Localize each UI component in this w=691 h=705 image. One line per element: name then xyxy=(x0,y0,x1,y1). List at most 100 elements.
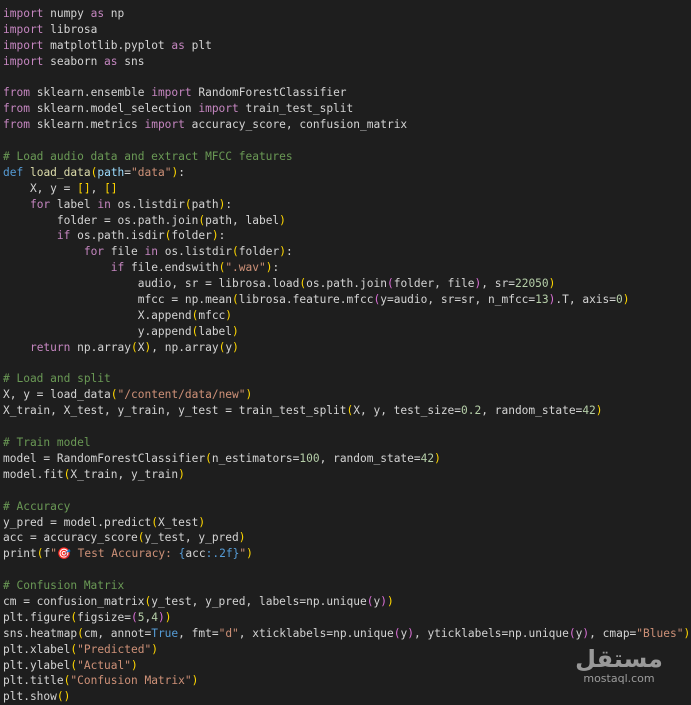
code-token: os.path.join xyxy=(306,277,387,291)
watermark-logo-text: مستقل xyxy=(575,645,663,673)
code-token: , np.array xyxy=(151,340,219,354)
code-editor[interactable]: import numpy as np import librosa import m… xyxy=(3,6,690,705)
code-token: "Actual" xyxy=(77,658,131,672)
code-token: [] xyxy=(77,181,91,195)
code-token: return xyxy=(29,340,71,354)
code-token: if xyxy=(56,229,71,243)
code-token: ) xyxy=(380,594,387,608)
code-line: y_pred = model.predict(X_test) xyxy=(3,515,690,531)
code-token: : xyxy=(225,197,233,211)
code-token: , sr= xyxy=(481,277,515,291)
code-token: y.append xyxy=(3,324,192,338)
code-token: figsize= xyxy=(77,610,131,624)
code-token: # Load audio data and extract MFCC featu… xyxy=(3,150,293,164)
code-token: ( xyxy=(184,197,192,211)
code-token: from xyxy=(3,118,30,132)
code-token: ( xyxy=(131,340,138,354)
code-token: mfcc = np.mean xyxy=(3,293,233,307)
code-token: as xyxy=(104,54,118,68)
code-token: , xticklabels=np.unique xyxy=(238,626,394,640)
code-token: Test Accuracy: xyxy=(70,547,179,561)
code-token: sklearn.metrics xyxy=(29,118,145,132)
code-token: ( xyxy=(131,610,138,624)
code-token: import xyxy=(198,102,239,116)
code-line: mfcc = np.mean(librosa.feature.mfcc(y=au… xyxy=(3,292,690,308)
code-token: ) xyxy=(595,404,603,418)
code-line: if file.endswith(".wav"): xyxy=(3,260,690,276)
code-line: # Confusion Matrix xyxy=(3,578,690,594)
code-token: folder xyxy=(171,229,212,243)
code-token: from xyxy=(3,86,30,100)
code-token: ( xyxy=(151,515,158,529)
code-token: n_estimators= xyxy=(211,451,300,465)
code-token: import xyxy=(3,38,44,52)
code-token: y_test, y_pred xyxy=(144,531,239,545)
code-token: "d" xyxy=(218,626,239,640)
code-token: ) xyxy=(246,547,253,561)
code-token: import xyxy=(151,86,192,100)
code-line: print(f"🎯 Test Accuracy: {acc:.2f}") xyxy=(3,546,690,562)
code-token: .T, axis= xyxy=(555,293,617,307)
code-token: ) xyxy=(279,245,286,259)
code-token: ) xyxy=(232,340,239,354)
code-line: def load_data(path="data"): xyxy=(3,165,690,181)
code-token: matplotlib.pyplot xyxy=(43,38,172,52)
code-line: # Accuracy xyxy=(3,499,690,515)
code-token: import xyxy=(3,54,44,68)
code-line: from sklearn.model_selection import trai… xyxy=(3,101,690,117)
code-token: plt.show xyxy=(3,690,57,704)
code-token: librosa.feature.mfcc xyxy=(238,293,374,307)
code-token: librosa xyxy=(43,22,98,36)
code-token: cm, annot= xyxy=(83,626,152,640)
code-token: as xyxy=(171,38,185,52)
code-token: ) xyxy=(548,277,556,291)
code-line: model = RandomForestClassifier(n_estimat… xyxy=(3,451,690,467)
code-line: sns.heatmap(cm, annot=True, fmt="d", xti… xyxy=(3,626,690,642)
code-token: # Load and split xyxy=(3,372,111,386)
code-line: cm = confusion_matrix (y_test, y_pred, la… xyxy=(3,594,690,610)
code-token: def xyxy=(3,165,24,179)
code-token: " xyxy=(50,547,57,561)
code-line: audio, sr = librosa.load(os.path.join(fo… xyxy=(3,276,690,292)
code-token: model.fit xyxy=(3,467,64,481)
code-token: ".wav" xyxy=(225,261,266,275)
code-token: 0 xyxy=(616,293,623,307)
code-token: , cmap= xyxy=(589,626,637,640)
code-token: ) xyxy=(198,515,206,529)
code-token: 5 xyxy=(137,610,145,624)
code-token: , yticklabels=np.unique xyxy=(413,626,569,640)
code-token: "Confusion Matrix" xyxy=(70,674,192,688)
code-token: # Confusion Matrix xyxy=(3,579,125,593)
code-line: import numpy as np xyxy=(3,6,690,22)
code-token: load_data xyxy=(29,165,91,179)
code-token: ( xyxy=(205,451,212,465)
code-token: () xyxy=(56,690,71,704)
code-token: RandomForestClassifier xyxy=(191,86,347,100)
code-token: file xyxy=(104,245,145,259)
code-token: "/content/data/new" xyxy=(117,388,246,402)
mostaql-watermark: مستقل mostaql.com xyxy=(569,646,669,686)
code-token: import xyxy=(3,22,44,36)
code-token: # Train model xyxy=(3,436,91,450)
code-token: 13 xyxy=(535,293,549,307)
code-token: , random_state= xyxy=(319,451,421,465)
code-token: acc xyxy=(185,547,206,561)
code-token: : xyxy=(178,165,185,179)
code-line: X.append(mfcc) xyxy=(3,308,690,324)
code-token: X, y = xyxy=(3,181,78,195)
code-token: ) xyxy=(191,674,199,688)
code-token: print xyxy=(3,547,37,561)
code-token: ) xyxy=(164,610,172,624)
code-token: ) xyxy=(238,531,246,545)
code-token: X_test xyxy=(157,515,199,529)
code-token: ) xyxy=(245,388,253,402)
code-line: if os.path.isdir(folder): xyxy=(3,228,690,244)
code-token: acc = accuracy_score xyxy=(3,531,138,545)
code-line: return np.array(X), np.array(y) xyxy=(3,340,690,356)
code-token: for xyxy=(29,197,51,211)
